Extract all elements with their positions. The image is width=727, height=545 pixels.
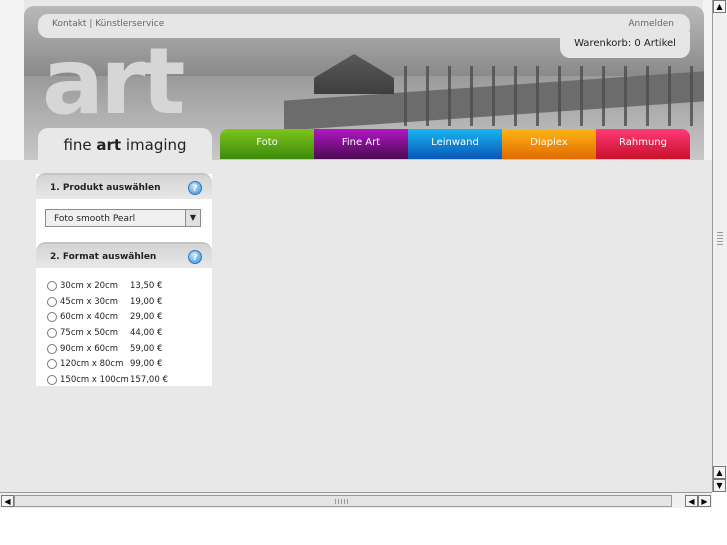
- scroll-up-icon[interactable]: ▲: [713, 466, 726, 479]
- format-option[interactable]: 60cm x 40cm 29,00 €: [47, 309, 170, 325]
- format-option[interactable]: 90cm x 60cm 59,00 €: [47, 341, 170, 357]
- brand-bold: art: [96, 136, 122, 154]
- nav-leinwand[interactable]: Leinwand: [408, 129, 502, 159]
- format-size: 30cm x 20cm: [60, 280, 118, 291]
- scroll-down-icon[interactable]: ▼: [713, 479, 726, 492]
- format-panel-header: 2. Format auswählen ?: [36, 242, 212, 268]
- scroll-grip[interactable]: [335, 499, 349, 504]
- link-separator: |: [86, 19, 96, 29]
- site-header: art Kontakt | Künstlerservice Anmelden W…: [24, 6, 704, 160]
- product-panel-header: 1. Produkt auswählen ?: [36, 173, 212, 199]
- top-links: Kontakt | Künstlerservice: [52, 19, 164, 29]
- artist-service-link[interactable]: Künstlerservice: [95, 19, 164, 29]
- format-size: 75cm x 50cm: [60, 327, 118, 338]
- nav-diaplex[interactable]: Diaplex: [502, 129, 596, 159]
- product-panel: 1. Produkt auswählen ?: [36, 173, 216, 199]
- format-size: 90cm x 60cm: [60, 343, 118, 354]
- horizontal-scrollbar[interactable]: ◀ ◀ ▶: [0, 492, 712, 508]
- radio-button[interactable]: [47, 312, 57, 323]
- format-panel-title: 2. Format auswählen: [50, 252, 157, 262]
- contact-link[interactable]: Kontakt: [52, 19, 86, 29]
- left-margin: [0, 0, 24, 160]
- radio-button[interactable]: [47, 374, 57, 385]
- radio-button[interactable]: [47, 359, 57, 370]
- format-option[interactable]: 45cm x 30cm 19,00 €: [47, 294, 170, 310]
- format-size: 45cm x 30cm: [60, 296, 118, 307]
- format-price: 99,00 €: [130, 359, 163, 370]
- format-price: 29,00 €: [130, 312, 163, 323]
- page-viewport: art Kontakt | Künstlerservice Anmelden W…: [0, 0, 712, 492]
- vertical-scrollbar[interactable]: ▲ ▲ ▼: [712, 0, 727, 492]
- format-options: 30cm x 20cm 13,50 € 45cm x 30cm 19,00 € 60…: [47, 278, 170, 388]
- right-margin: [703, 0, 712, 160]
- format-option[interactable]: 30cm x 20cm 13,50 €: [47, 278, 170, 294]
- scroll-up-icon[interactable]: ▲: [713, 0, 726, 13]
- brand-tab[interactable]: fine art imaging: [38, 128, 212, 160]
- main-nav: Foto Fine Art Leinwand Diaplex Rahmung: [220, 129, 690, 159]
- format-price: 19,00 €: [130, 296, 163, 307]
- format-panel: 2. Format auswählen ?: [36, 242, 216, 268]
- product-select[interactable]: Foto smooth Pearl ▼: [45, 209, 201, 227]
- brand-prefix: fine: [63, 136, 97, 154]
- help-icon[interactable]: ?: [188, 250, 202, 264]
- format-option[interactable]: 120cm x 80cm 99,00 €: [47, 356, 170, 372]
- radio-button[interactable]: [47, 296, 57, 307]
- nav-fine-art[interactable]: Fine Art: [314, 129, 408, 159]
- help-icon[interactable]: ?: [188, 181, 202, 195]
- scroll-grip[interactable]: [717, 232, 723, 246]
- format-size: 150cm x 100cm: [60, 374, 129, 385]
- format-price: 44,00 €: [130, 327, 163, 338]
- format-size: 60cm x 40cm: [60, 312, 118, 323]
- format-option[interactable]: 150cm x 100cm 157,00 €: [47, 372, 170, 388]
- scroll-right-icon[interactable]: ▶: [698, 495, 711, 507]
- radio-button[interactable]: [47, 343, 57, 354]
- format-price: 157,00 €: [130, 374, 168, 385]
- brand-suffix: imaging: [121, 136, 187, 154]
- art-logo: art: [42, 28, 185, 135]
- login-link[interactable]: Anmelden: [628, 19, 674, 29]
- product-select-value: Foto smooth Pearl: [54, 214, 136, 224]
- scroll-left-icon[interactable]: ◀: [685, 495, 698, 507]
- cart-summary[interactable]: Warenkorb: 0 Artikel: [560, 32, 690, 58]
- format-option[interactable]: 75cm x 50cm 44,00 €: [47, 325, 170, 341]
- chevron-down-icon[interactable]: ▼: [185, 210, 200, 226]
- header-photo-pier-posts: [404, 66, 704, 126]
- product-panel-title: 1. Produkt auswählen: [50, 183, 161, 193]
- format-price: 59,00 €: [130, 343, 163, 354]
- nav-foto[interactable]: Foto: [220, 129, 314, 159]
- scroll-left-icon[interactable]: ◀: [1, 495, 14, 507]
- header-photo-pavilion: [314, 54, 394, 94]
- radio-button[interactable]: [47, 280, 57, 291]
- nav-rahmung[interactable]: Rahmung: [596, 129, 690, 159]
- horizontal-scroll-thumb[interactable]: [14, 495, 672, 507]
- format-size: 120cm x 80cm: [60, 359, 124, 370]
- radio-button[interactable]: [47, 327, 57, 338]
- format-price: 13,50 €: [130, 280, 163, 291]
